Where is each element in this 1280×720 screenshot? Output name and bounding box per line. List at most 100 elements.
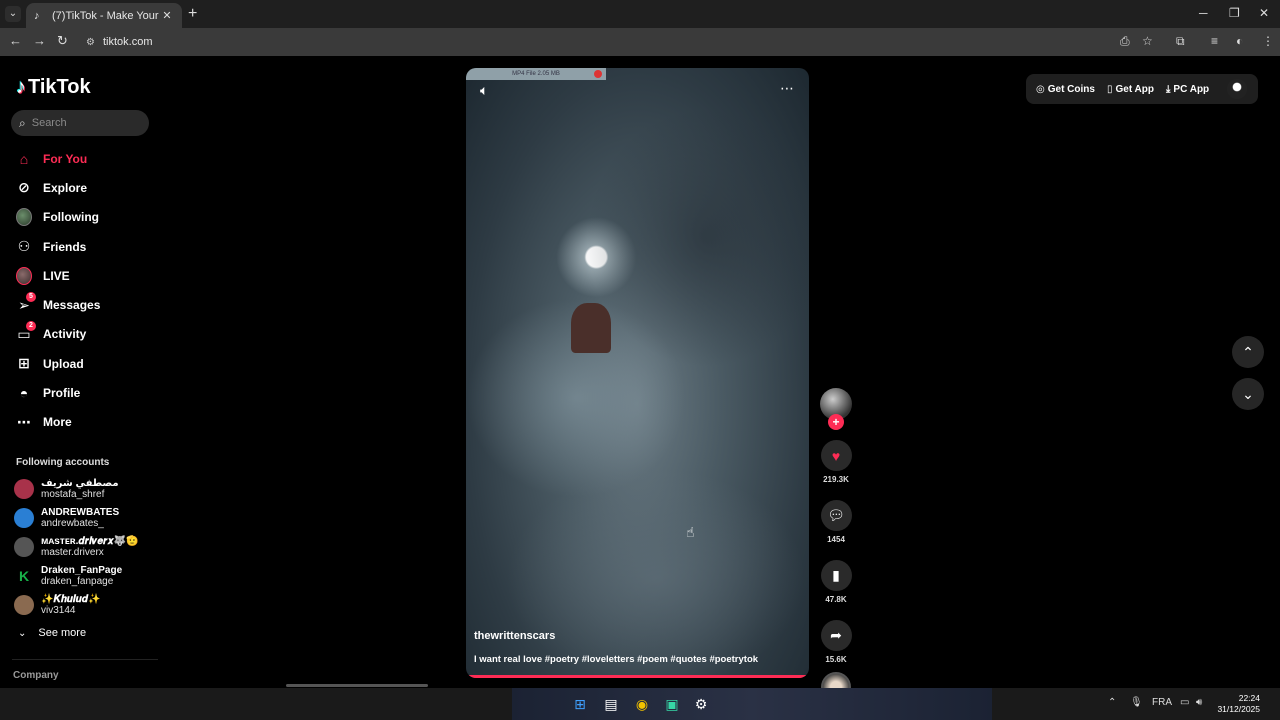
taskbar-clock[interactable]: 22:24 31/12/2025: [1216, 693, 1260, 715]
creator-avatar[interactable]: +: [820, 388, 852, 430]
activity-badge: 2: [26, 321, 36, 332]
windows-start-icon[interactable]: ⊞: [570, 694, 590, 714]
tab-list-button[interactable]: ⌄: [5, 6, 21, 22]
like-count: 219.3K: [823, 475, 849, 484]
avatar[interactable]: [1227, 79, 1248, 99]
pc-app-button[interactable]: ⤓ PC App: [1166, 84, 1209, 95]
list-item[interactable]: ✨𝑲𝒉𝒖𝒍𝒖𝒅✨ viv3144: [14, 591, 154, 620]
reload-button[interactable]: ↻: [57, 33, 68, 49]
get-coins-button[interactable]: ◎ Get Coins: [1036, 84, 1095, 95]
account-display-name: ᴍᴀsᴛᴇʀ.𝒅𝒓𝒊𝒗𝒆𝒓𝒙🐺🫡: [41, 535, 139, 547]
restore-button[interactable]: ❐: [1229, 6, 1240, 20]
get-app-button[interactable]: ▯ Get App: [1107, 84, 1154, 95]
save-action[interactable]: ▮ 47.8K: [818, 560, 854, 604]
close-tab-icon[interactable]: ✕: [160, 9, 174, 22]
company-link[interactable]: Company: [13, 670, 59, 681]
sidebar-item-activity[interactable]: ▭ 2 Activity: [16, 320, 156, 349]
see-more-button[interactable]: ⌄ See more: [18, 627, 86, 639]
app-icon[interactable]: ▣: [662, 694, 682, 714]
microphone-icon[interactable]: 🎙︎: [1130, 697, 1143, 708]
browser-menu-icon[interactable]: ⋮: [1262, 34, 1274, 48]
sidebar-item-messages[interactable]: ➢ 5 Messages: [16, 290, 156, 319]
comment-count: 1454: [827, 535, 845, 544]
following-avatar-icon: [16, 208, 32, 227]
compass-icon: ⊘: [18, 179, 30, 196]
close-icon[interactable]: [594, 70, 602, 78]
chevron-down-icon: ⌄: [1242, 385, 1254, 402]
tiktok-logo[interactable]: ♪ TikTok: [16, 76, 91, 99]
sidebar-item-friends[interactable]: ⚇ Friends: [16, 232, 156, 261]
settings-icon[interactable]: ⚙: [691, 694, 711, 714]
share-action[interactable]: ➦ 15.6K: [818, 620, 854, 664]
like-action[interactable]: ♥ 219.3K: [818, 440, 854, 484]
follow-plus-icon[interactable]: +: [828, 414, 844, 430]
account-display-name: ✨𝑲𝒉𝒖𝒍𝒖𝒅✨: [41, 594, 101, 606]
browser-tab[interactable]: ♪ (7)TikTok - Make Your Day ✕: [26, 3, 182, 28]
divider: [12, 659, 158, 660]
phone-icon: ▯: [1106, 83, 1113, 95]
heart-icon[interactable]: ♥: [820, 440, 852, 471]
bookmark-star-icon[interactable]: ☆: [1142, 34, 1153, 48]
sidebar-item-upload[interactable]: ⊞ Upload: [16, 349, 156, 378]
clock-time: 22:24: [1238, 693, 1260, 703]
list-item[interactable]: مصطفي شريف mostafa_shref: [14, 474, 154, 503]
minimize-button[interactable]: ─: [1199, 6, 1208, 20]
chevron-up-icon: ⌃: [1242, 343, 1254, 360]
speaker-icon[interactable]: 🔊︎: [1196, 697, 1202, 708]
sidebar-item-label: For You: [43, 151, 88, 166]
video-author[interactable]: thewrittenscars: [474, 630, 555, 642]
sidebar-item-more[interactable]: ⋯ More: [16, 408, 156, 437]
install-app-icon[interactable]: ⎙: [1120, 34, 1130, 49]
video-player[interactable]: MP4 File 2.05 MB 🔈︎ ⋯ thewrittenscars I …: [466, 68, 809, 678]
share-icon[interactable]: ➦: [820, 620, 852, 651]
keyboard-language[interactable]: FRA: [1152, 697, 1172, 708]
horizontal-scrollbar[interactable]: [286, 684, 428, 687]
bookmark-icon[interactable]: ▮: [820, 560, 852, 591]
volume-icon[interactable]: 🔈︎: [480, 82, 488, 99]
video-caption[interactable]: I want real love #poetry #loveletters #p…: [474, 654, 758, 665]
more-options-icon[interactable]: ⋯: [780, 80, 795, 97]
sidebar-item-label: More: [43, 415, 72, 430]
list-item[interactable]: ANDREWBATES andrewbates_: [14, 503, 154, 532]
previous-video-button[interactable]: ⌃: [1232, 336, 1264, 368]
sidebar-item-profile[interactable]: ◓ Profile: [16, 378, 156, 407]
friends-icon: ⚇: [17, 238, 31, 255]
media-controls-icon[interactable]: ≡: [1211, 34, 1218, 48]
address-bar[interactable]: ⚙ tiktok.com: [82, 31, 1162, 53]
list-item[interactable]: K Draken_FanPage draken_fanpage: [14, 562, 154, 591]
forward-button[interactable]: →: [33, 33, 46, 48]
profile-icon[interactable]: ◐: [1236, 34, 1243, 48]
tiktok-note-icon: ♪: [16, 76, 26, 98]
new-tab-button[interactable]: +: [188, 5, 197, 23]
account-username: viv3144: [41, 605, 76, 617]
video-actions: + ♥ 219.3K 💬︎ 1454 ▮ 47.8K ➦ 15.6K: [818, 388, 854, 702]
account-display-name: ANDREWBATES: [41, 506, 120, 518]
sidebar-item-live[interactable]: LIVE: [16, 261, 156, 290]
close-window-button[interactable]: ✕: [1259, 6, 1269, 20]
site-info-icon[interactable]: ⚙: [86, 37, 95, 48]
tray-overflow-icon[interactable]: ⌃: [1108, 697, 1116, 708]
file-explorer-icon[interactable]: ▤: [601, 694, 621, 714]
sidebar-item-label: Messages: [43, 298, 101, 313]
sidebar-item-explore[interactable]: ⊘ Explore: [16, 173, 156, 202]
hand-cursor-icon: ☝: [686, 524, 695, 540]
list-item[interactable]: ᴍᴀsᴛᴇʀ.𝒅𝒓𝒊𝒗𝒆𝒓𝒙🐺🫡 master.driverx: [14, 532, 154, 561]
search-input[interactable]: ⌕ Search: [11, 110, 149, 136]
next-video-button[interactable]: ⌄: [1232, 378, 1264, 410]
download-overlay[interactable]: MP4 File 2.05 MB: [466, 68, 606, 80]
following-accounts-list: مصطفي شريف mostafa_shref ANDREWBATES andre…: [14, 474, 154, 620]
video-progress-fill: [466, 675, 806, 678]
avatar: [14, 536, 34, 557]
sidebar-item-for-you[interactable]: ⌂ For You: [16, 144, 156, 173]
chrome-icon[interactable]: ◉: [632, 694, 652, 714]
back-button[interactable]: ←: [9, 33, 22, 48]
tiktok-favicon-icon: ♪: [34, 9, 40, 22]
save-count: 47.8K: [825, 595, 847, 604]
video-progress-bar[interactable]: [466, 675, 809, 678]
tab-title: (7)TikTok - Make Your Day: [52, 9, 160, 22]
sidebar-item-following[interactable]: Following: [16, 203, 156, 232]
comment-icon[interactable]: 💬︎: [820, 500, 852, 531]
network-icon[interactable]: ▭: [1180, 697, 1189, 708]
comment-action[interactable]: 💬︎ 1454: [818, 500, 854, 544]
extensions-icon[interactable]: ⧉: [1176, 34, 1185, 49]
